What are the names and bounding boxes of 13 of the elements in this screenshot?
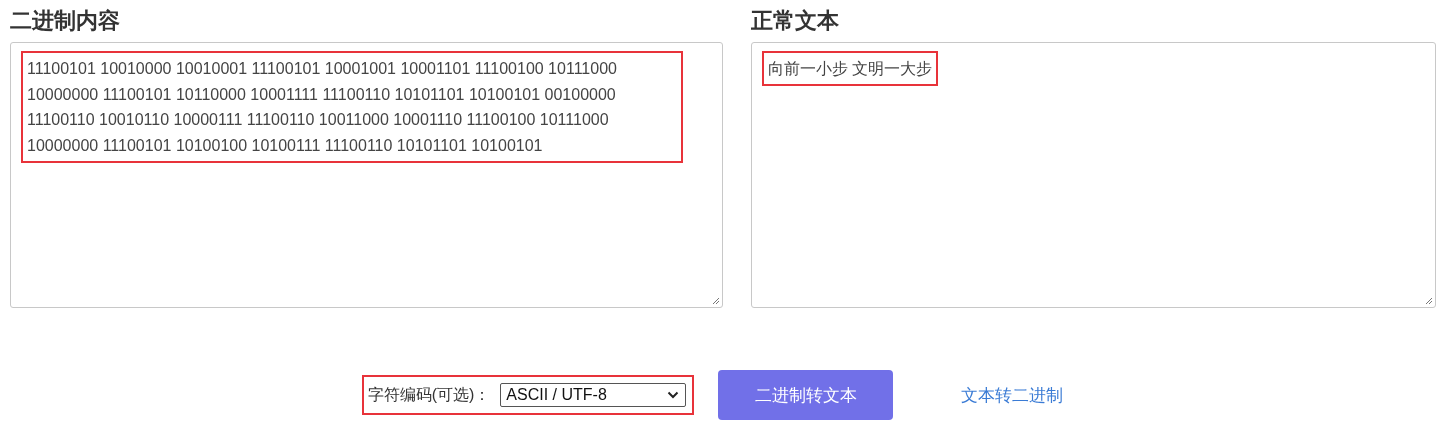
plain-text: 向前一小步 文明一大步: [768, 59, 933, 79]
text-input-field[interactable]: 向前一小步 文明一大步: [751, 42, 1436, 308]
resize-grip-icon[interactable]: [1424, 296, 1433, 305]
encoding-select[interactable]: ASCII / UTF-8: [500, 383, 687, 407]
plain-text-heading: 正常文本: [751, 8, 840, 34]
binary-input-field[interactable]: [10, 42, 723, 308]
text-to-binary-link[interactable]: 文本转二进制: [917, 370, 1108, 420]
binary-to-text-button[interactable]: 二进制转文本: [718, 370, 894, 420]
encoding-label: 字符编码(可选)：: [367, 384, 491, 405]
chevron-icon: [667, 391, 680, 399]
resize-grip-icon[interactable]: [711, 296, 720, 305]
binary-content-heading: 二进制内容: [10, 8, 121, 34]
binary-text: 11100101 10010000 10010001 11100101 10001001 10001101 11100100 10111000 10000000 11100101 10110000 10001111 11100110 10101101 10100101 00100000 11100110 10010110 10000111 11100110 10011000 10001110 11100100 10111000 10000000 11100101 10100100 10100111 11100110 10101101 10100101: [27, 59, 618, 156]
